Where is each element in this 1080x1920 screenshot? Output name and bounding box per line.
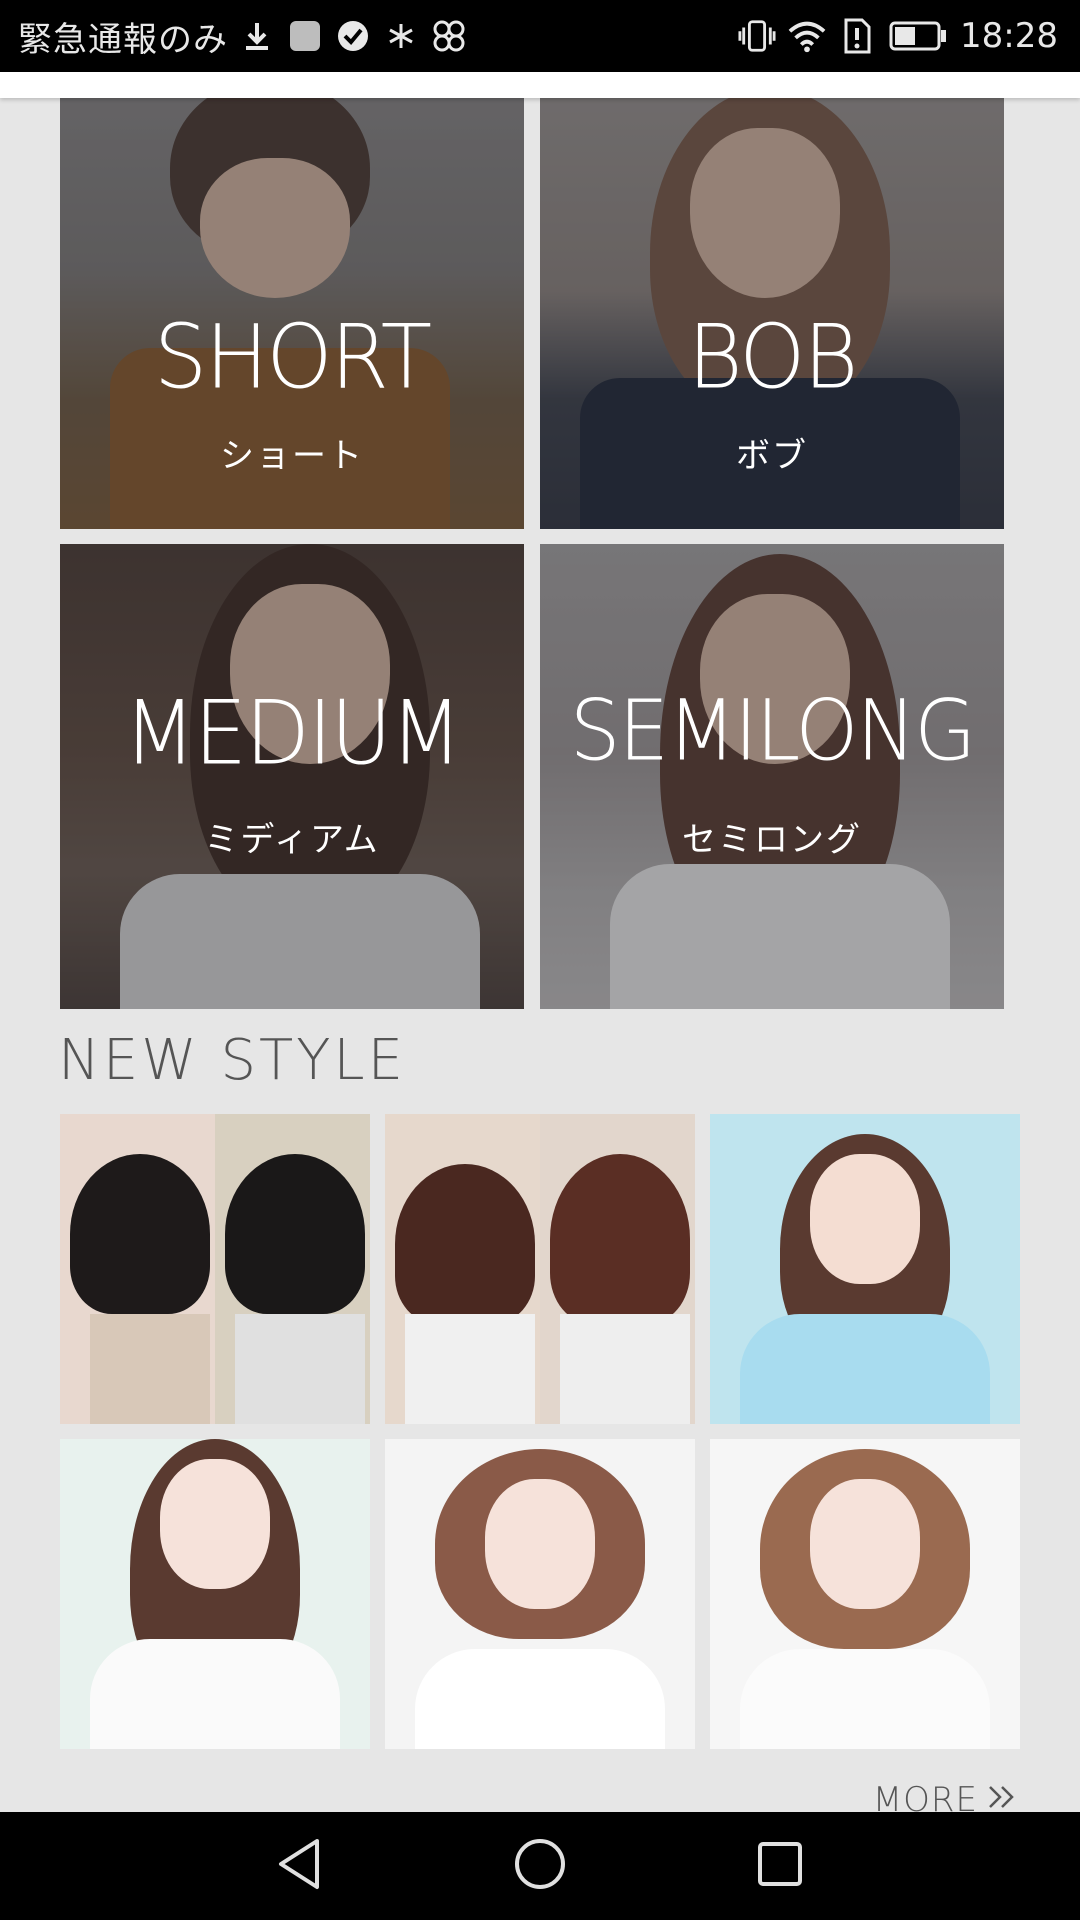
wifi-icon	[788, 17, 826, 55]
thumb-left-panel	[60, 1114, 215, 1424]
category-tile-semilong[interactable]: SEMILONG セミロング	[540, 544, 1004, 1009]
app-header	[0, 72, 1080, 98]
thumb-right-panel	[540, 1114, 695, 1424]
battery-icon	[888, 17, 948, 55]
category-label-en: SEMILONG	[569, 681, 976, 780]
app-screen: 緊急通報のみ 18:28 SHORT ショート BOB ボブ MEDIUM ミデ…	[0, 0, 1080, 1920]
category-tile-bob[interactable]: BOB ボブ	[540, 98, 1004, 529]
home-icon	[513, 1837, 567, 1895]
check-circle-icon	[334, 17, 372, 55]
navigation-bar	[0, 1812, 1080, 1920]
recent-apps-icon	[755, 1839, 805, 1893]
snowflake-icon	[382, 17, 420, 55]
vibrate-icon	[738, 17, 776, 55]
style-thumbnail[interactable]	[385, 1439, 695, 1749]
thumb-right-panel	[215, 1114, 370, 1424]
category-label-jp: ショート	[220, 436, 364, 476]
download-icon	[238, 17, 276, 55]
carrier-label: 緊急通報のみ	[18, 19, 228, 60]
fan-icon	[430, 17, 468, 55]
recent-apps-button[interactable]	[710, 1812, 850, 1920]
style-thumbnail[interactable]	[385, 1114, 695, 1424]
category-label-en: MEDIUM	[123, 681, 463, 785]
style-thumbnail[interactable]	[60, 1439, 370, 1749]
style-thumbnail[interactable]	[710, 1439, 1020, 1749]
alert-icon	[838, 17, 876, 55]
style-thumbnail[interactable]	[710, 1114, 1020, 1424]
category-tile-short[interactable]: SHORT ショート	[60, 98, 524, 529]
status-left: 緊急通報のみ	[18, 0, 468, 72]
category-label-jp: セミロング	[682, 820, 862, 860]
category-label-en: BOB	[687, 305, 859, 409]
category-label-en: SHORT	[153, 305, 432, 409]
clock: 18:28	[960, 16, 1058, 56]
square-icon	[286, 17, 324, 55]
category-tile-medium[interactable]: MEDIUM ミディアム	[60, 544, 524, 1009]
status-bar: 緊急通報のみ 18:28	[0, 0, 1080, 72]
back-button[interactable]	[230, 1812, 370, 1920]
category-label-jp: ボブ	[736, 436, 808, 476]
thumb-left-panel	[385, 1114, 540, 1424]
status-right: 18:28	[738, 0, 1058, 72]
back-icon	[275, 1837, 325, 1895]
category-label-jp: ミディアム	[204, 820, 380, 860]
style-thumbnail[interactable]	[60, 1114, 370, 1424]
home-button[interactable]	[470, 1812, 610, 1920]
new-style-title: NEW STYLE	[58, 1028, 406, 1093]
